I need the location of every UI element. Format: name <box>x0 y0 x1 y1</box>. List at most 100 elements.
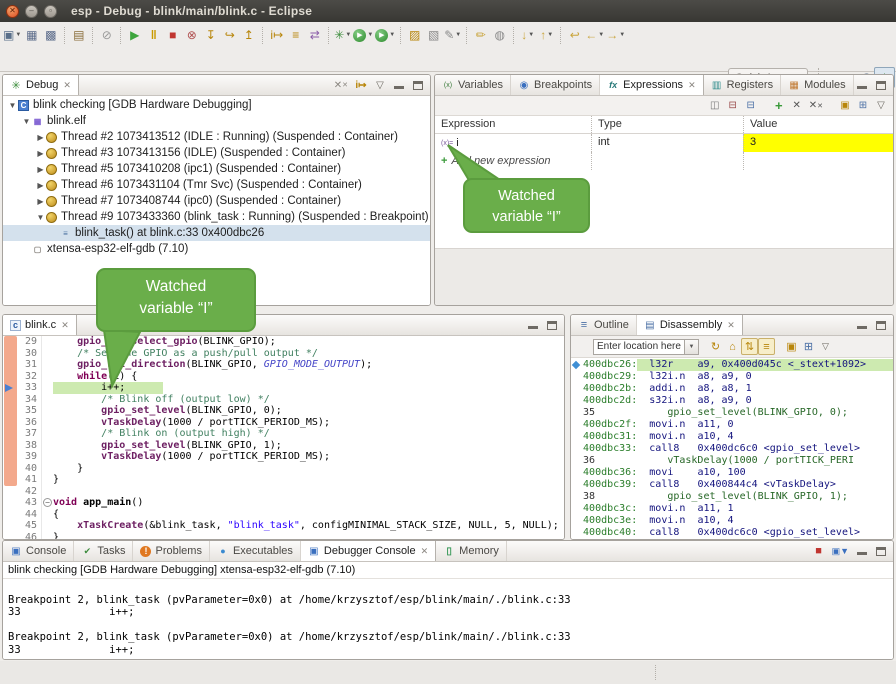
launch-icon[interactable]: ✎▼ <box>443 25 462 45</box>
view-menu-icon[interactable]: ▽ <box>374 78 386 92</box>
forward-icon[interactable]: →▼ <box>605 25 626 45</box>
expanded-arrow-icon[interactable]: ▼ <box>7 101 18 110</box>
expanded-arrow-icon[interactable]: ▼ <box>21 117 32 126</box>
save-icon[interactable]: ▦ <box>22 25 41 45</box>
collapse-all-icon[interactable]: ⊟ <box>745 99 757 113</box>
maximize-icon[interactable] <box>875 318 887 332</box>
remove-all-expressions-icon[interactable]: ✕✕ <box>809 99 823 113</box>
maximize-icon[interactable] <box>875 544 887 558</box>
disconnect-icon[interactable]: ⊗ <box>182 25 201 45</box>
window-maximize-button[interactable]: ▫ <box>44 5 57 18</box>
debug-tree-item[interactable]: ▼Thread #9 1073433360 (blink_task : Runn… <box>3 209 430 225</box>
console-output[interactable]: Breakpoint 2, blink_task (pvParameter=0x… <box>3 579 893 659</box>
tab-registers[interactable]: ▥Registers <box>704 75 781 95</box>
last-edit-location-icon[interactable]: ↩ <box>565 25 584 45</box>
save-all-icon[interactable]: ▩ <box>41 25 60 45</box>
debug-tree-item[interactable]: ▶Thread #2 1073413512 (IDLE : Running) (… <box>3 129 430 145</box>
tab-variables[interactable]: (x)Variables <box>435 75 511 95</box>
use-step-filters-icon[interactable]: ≡ <box>286 25 305 45</box>
tab-blink-c[interactable]: c blink.c ✕ <box>3 315 77 335</box>
tab-debug[interactable]: ✳ Debug ✕ <box>3 75 79 95</box>
refresh-icon[interactable]: ↻ <box>707 338 724 355</box>
debug-tree-item[interactable]: ▶Thread #5 1073410208 (ipc1) (Suspended … <box>3 161 430 177</box>
tab-problems[interactable]: !Problems <box>133 541 209 561</box>
minimize-icon[interactable] <box>393 78 405 92</box>
show-type-names-icon[interactable]: ◫ <box>709 99 721 113</box>
column-type[interactable]: Type <box>591 116 743 133</box>
new-wizard-icon[interactable]: ▣▼ <box>2 25 22 45</box>
debug-tree-item[interactable]: ▶Thread #3 1073413156 (IDLE) (Suspended … <box>3 145 430 161</box>
debug-icon[interactable]: ✳▼ <box>333 25 352 45</box>
column-value[interactable]: Value <box>743 116 893 133</box>
tab-modules[interactable]: ▦Modules <box>781 75 854 95</box>
step-into-icon[interactable]: ↧ <box>201 25 220 45</box>
close-icon[interactable]: ✕ <box>727 320 735 331</box>
tab-outline[interactable]: ≡Outline <box>571 315 637 335</box>
open-type-icon[interactable]: ▨ <box>405 25 424 45</box>
suspend-icon[interactable]: ‖ <box>144 25 163 45</box>
collapsed-arrow-icon[interactable]: ▶ <box>35 181 46 190</box>
expanded-arrow-icon[interactable]: ▼ <box>35 213 46 222</box>
terminate-icon[interactable]: ■ <box>163 25 182 45</box>
debug-tree-item[interactable]: ≡blink_task() at blink.c:33 0x400dbc26 <box>3 225 430 241</box>
world-icon[interactable]: ◍ <box>490 25 509 45</box>
location-input[interactable] <box>593 339 685 355</box>
close-icon[interactable]: ✕ <box>61 320 69 331</box>
collapsed-arrow-icon[interactable]: ▶ <box>35 149 46 158</box>
remove-all-terminated-icon[interactable]: ✕✕ <box>334 78 348 92</box>
terminate-icon[interactable]: ■ <box>813 544 825 558</box>
minimize-icon[interactable] <box>856 78 868 92</box>
trace-icon[interactable]: ⇄ <box>305 25 324 45</box>
debug-tree-item[interactable]: ▶Thread #6 1073431104 (Tmr Svc) (Suspend… <box>3 177 430 193</box>
window-close-button[interactable]: ✕ <box>6 5 19 18</box>
back-icon[interactable]: ←▼ <box>584 25 605 45</box>
view-menu-icon[interactable]: ▽ <box>817 338 834 355</box>
minimize-icon[interactable] <box>856 318 868 332</box>
tab-disassembly[interactable]: ▤Disassembly✕ <box>637 315 743 335</box>
link-with-view-icon[interactable]: ⊞ <box>800 338 817 355</box>
step-over-icon[interactable]: ↪ <box>220 25 239 45</box>
maximize-icon[interactable] <box>875 78 887 92</box>
collapsed-arrow-icon[interactable]: ▶ <box>35 197 46 206</box>
new-view-icon[interactable]: ▣ <box>839 99 851 113</box>
display-selected-console-icon[interactable]: ▣▼ <box>832 544 849 558</box>
open-resource-icon[interactable]: ▧ <box>424 25 443 45</box>
sync-with-stack-icon[interactable]: ⇅ <box>741 338 758 355</box>
resume-icon[interactable]: ▶ <box>125 25 144 45</box>
skip-all-breakpoints-icon[interactable]: ⊘ <box>97 25 116 45</box>
build-icon[interactable]: ▤ <box>69 25 88 45</box>
home-icon[interactable]: ⌂ <box>724 338 741 355</box>
debug-tree-item[interactable]: ▼▦blink.elf <box>3 113 430 129</box>
minimize-icon[interactable] <box>527 318 539 332</box>
location-dropdown-icon[interactable]: ▼ <box>685 339 699 355</box>
show-logical-structure-icon[interactable]: ⊟ <box>727 99 739 113</box>
debug-tree-item[interactable]: ▢xtensa-esp32-elf-gdb (7.10) <box>3 241 430 257</box>
tab-tasks[interactable]: ✔Tasks <box>74 541 133 561</box>
debug-tree-item[interactable]: ▼Cblink checking [GDB Hardware Debugging… <box>3 97 430 113</box>
value-cell[interactable]: 3 <box>743 134 893 152</box>
code-editor[interactable]: 29 gpio_pad_select_gpio(BLINK_GPIO);30 /… <box>3 336 564 539</box>
tab-expressions[interactable]: fxExpressions✕ <box>600 75 703 95</box>
add-expression-icon[interactable]: + <box>773 99 785 113</box>
instruction-stepping-icon[interactable]: i↦ <box>267 25 286 45</box>
minimize-icon[interactable] <box>856 544 868 558</box>
tab-executables[interactable]: ●Executables <box>210 541 301 561</box>
tab-debugger-console[interactable]: ▣Debugger Console✕ <box>301 541 436 561</box>
new-view-icon[interactable]: ▣ <box>783 338 800 355</box>
collapsed-arrow-icon[interactable]: ▶ <box>35 133 46 142</box>
close-icon[interactable]: ✕ <box>688 80 696 91</box>
close-icon[interactable]: ✕ <box>421 546 429 557</box>
pin-view-icon[interactable]: ⊞ <box>857 99 869 113</box>
collapsed-arrow-icon[interactable]: ▶ <box>35 165 46 174</box>
view-menu-icon[interactable]: ▽ <box>875 99 887 113</box>
debug-tree-item[interactable]: ▶Thread #7 1073408744 (ipc0) (Suspended … <box>3 193 430 209</box>
format-icon[interactable]: ✏ <box>471 25 490 45</box>
tab-console[interactable]: ▣Console <box>3 541 74 561</box>
fold-minus-icon[interactable]: − <box>43 498 52 507</box>
next-annotation-icon[interactable]: ↓▼ <box>518 25 537 45</box>
maximize-icon[interactable] <box>546 318 558 332</box>
run-icon[interactable]: ▶▼ <box>352 25 374 45</box>
close-icon[interactable]: ✕ <box>63 80 71 91</box>
tab-breakpoints[interactable]: ◉Breakpoints <box>511 75 600 95</box>
external-tools-icon[interactable]: ▶▼ <box>374 25 396 45</box>
